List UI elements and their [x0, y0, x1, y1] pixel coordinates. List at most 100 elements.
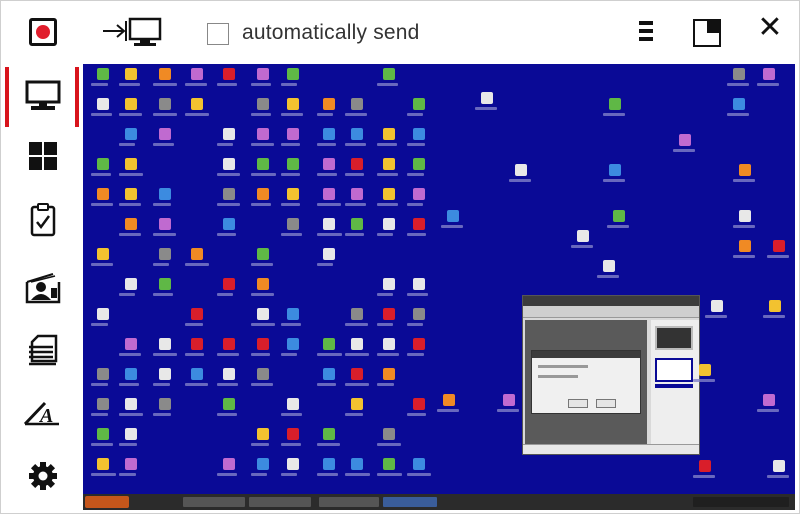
sidebar-item-clipboard[interactable]	[9, 191, 77, 249]
sidebar-item-presenter[interactable]	[9, 259, 77, 317]
desktop-icon-label	[377, 83, 398, 86]
desktop-icon-label	[217, 173, 240, 176]
desktop-icon	[159, 188, 171, 200]
desktop-icon-label	[281, 113, 303, 116]
desktop-icon-label	[597, 275, 619, 278]
desktop-icon-label	[317, 383, 336, 386]
desktop-icon-label	[119, 203, 141, 206]
desktop-icon	[191, 368, 203, 380]
desktop-icon-label	[345, 113, 367, 116]
desktop-icon-label	[767, 475, 789, 478]
desktop-icon	[159, 218, 171, 230]
desktop-icon-label	[345, 353, 369, 356]
auto-send-checkbox[interactable]	[207, 23, 229, 45]
desktop-icon-label	[251, 443, 269, 446]
desktop-icon-label	[317, 173, 337, 176]
desktop-icon	[287, 398, 299, 410]
desktop-icon-label	[757, 83, 779, 86]
sidebar-item-windows[interactable]	[9, 127, 77, 185]
desktop-icon	[679, 134, 691, 146]
desktop-icon-label	[281, 443, 301, 446]
desktop-icon-label	[153, 233, 176, 236]
desktop-icon	[159, 398, 171, 410]
desktop-icon-label	[91, 323, 108, 326]
desktop-icon	[257, 248, 269, 260]
desktop-icon	[515, 164, 527, 176]
sidebar-item-screen[interactable]	[5, 67, 79, 127]
desktop-icon-label	[281, 473, 297, 476]
desktop-icon-label	[185, 263, 209, 266]
desktop-icon	[323, 338, 335, 350]
desktop-icon	[223, 158, 235, 170]
desktop-icon	[447, 210, 459, 222]
desktop-icon	[351, 188, 363, 200]
split-view-button[interactable]	[693, 19, 721, 47]
desktop-icon-label	[281, 233, 302, 236]
desktop-icon-label	[317, 473, 338, 476]
desktop-icon	[481, 92, 493, 104]
desktop-icon-label	[153, 203, 171, 206]
desktop-icon-label	[377, 293, 393, 296]
desktop-icon	[323, 368, 335, 380]
desktop-icon-label	[733, 255, 755, 258]
desktop-icon	[97, 458, 109, 470]
desktop-icon	[351, 398, 363, 410]
desktop-icon-label	[281, 143, 300, 146]
desktop-icon-label	[281, 83, 297, 86]
desktop-icon	[287, 458, 299, 470]
desktop-icon	[383, 458, 395, 470]
desktop-icon-label	[251, 203, 271, 206]
desktop-icon	[223, 398, 235, 410]
desktop-icon	[739, 240, 751, 252]
desktop-icon-label	[571, 245, 593, 248]
desktop-icon	[383, 338, 395, 350]
desktop-icon	[351, 218, 363, 230]
desktop-icon-label	[119, 293, 135, 296]
desktop-icon	[97, 398, 109, 410]
desktop-icon	[413, 458, 425, 470]
desktop-icon	[97, 98, 109, 110]
desktop-icon-label	[217, 143, 233, 146]
desktop-icon	[739, 164, 751, 176]
desktop-icon-label	[705, 315, 727, 318]
desktop-icon-label	[91, 203, 113, 206]
send-screen-button[interactable]	[101, 15, 165, 49]
desktop-icon-label	[377, 443, 401, 446]
desktop-icon-label	[317, 113, 333, 116]
windows-grid-icon	[29, 142, 57, 170]
desktop-icon	[323, 218, 335, 230]
desktop-icon-label	[185, 323, 203, 326]
desktop-icon	[711, 300, 723, 312]
desktop-icon-label	[251, 473, 267, 476]
desktop-icon-label	[345, 233, 364, 236]
record-button[interactable]	[27, 16, 59, 48]
sidebar-item-settings[interactable]	[9, 447, 77, 505]
desktop-icon-label	[757, 409, 779, 412]
screen-preview[interactable]	[83, 64, 795, 510]
menu-button[interactable]	[638, 21, 654, 43]
desktop-icon	[257, 68, 269, 80]
desktop-icon	[257, 278, 269, 290]
auto-send-label: automatically send	[242, 21, 420, 44]
desktop-icon	[159, 338, 171, 350]
desktop-icon-label	[345, 383, 369, 386]
close-button[interactable]: ✕	[756, 13, 784, 43]
desktop-icon-label	[153, 293, 173, 296]
desktop-icon	[191, 308, 203, 320]
desktop-icon	[159, 248, 171, 260]
desktop-icon-label	[91, 443, 113, 446]
desktop-icon	[603, 260, 615, 272]
desktop-icon-label	[185, 383, 208, 386]
desktop-icon	[223, 128, 235, 140]
desktop-icon-label	[251, 353, 270, 356]
sidebar-item-documents[interactable]	[9, 321, 77, 379]
desktop-icon-label	[119, 173, 143, 176]
desktop-icon	[383, 368, 395, 380]
desktop-icon-label	[345, 203, 366, 206]
desktop-icon-label	[317, 233, 342, 236]
desktop-icon-label	[251, 143, 274, 146]
desktop-icon	[383, 158, 395, 170]
desktop-icon-label	[497, 409, 519, 412]
desktop-icon	[159, 68, 171, 80]
sidebar-item-annotate[interactable]: A	[9, 385, 77, 443]
